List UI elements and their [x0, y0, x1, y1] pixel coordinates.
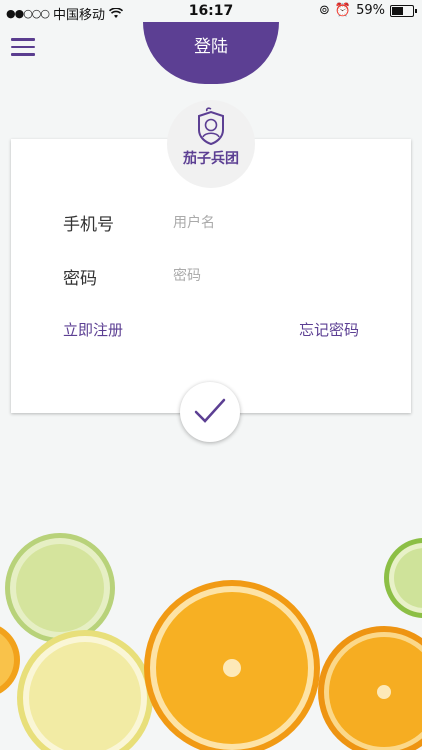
battery-icon [390, 4, 417, 17]
register-link[interactable]: 立即注册 [63, 319, 123, 340]
phone-label: 手机号 [63, 215, 114, 235]
alarm-icon: ⏰ [334, 3, 352, 18]
menu-line [11, 53, 35, 56]
password-input[interactable]: 密码 [173, 265, 201, 285]
page-title: 登陆 [143, 22, 279, 84]
battery-fill [392, 6, 403, 15]
rotation-lock-icon: ⊚ [319, 3, 330, 18]
menu-line [11, 38, 35, 41]
battery-percent: 59% [356, 3, 385, 18]
check-icon [194, 398, 226, 423]
citrus-background-image [0, 533, 422, 750]
password-label: 密码 [63, 269, 97, 289]
logo: 茄子兵团 [167, 100, 255, 188]
menu-line [11, 45, 35, 48]
status-bar: ●●○○○ 中国移动 16:17 ⊚ ⏰ 59% [0, 0, 422, 24]
eggplant-mascot-icon [198, 107, 224, 146]
username-input[interactable]: 用户名 [173, 212, 215, 232]
hamburger-menu-icon[interactable] [11, 38, 35, 56]
forgot-password-link[interactable]: 忘记密码 [299, 319, 359, 340]
submit-button[interactable] [180, 382, 240, 442]
status-right: ⊚ ⏰ 59% [319, 3, 417, 18]
logo-text: 茄子兵团 [183, 151, 239, 167]
